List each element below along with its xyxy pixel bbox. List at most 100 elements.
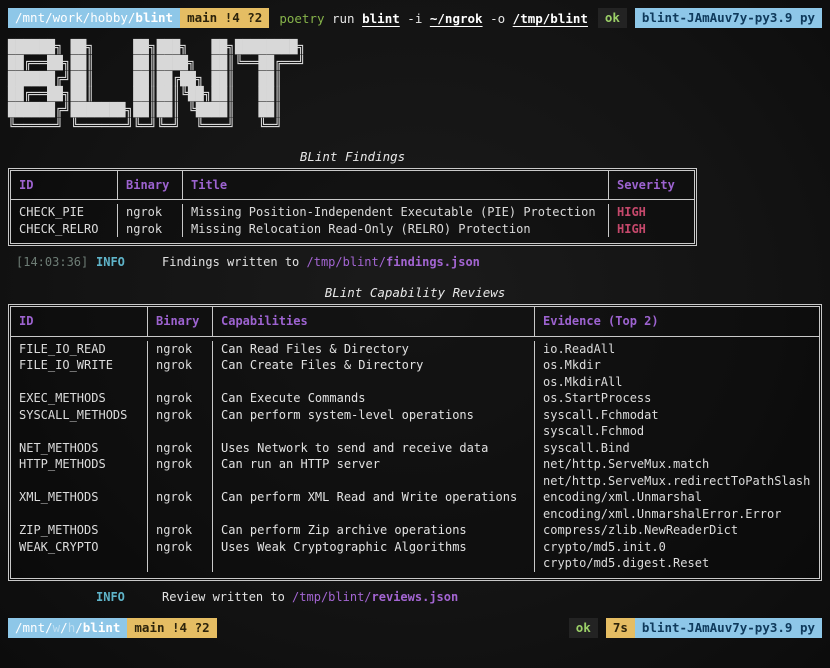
top-prompt-right: ok blint-JAmAuv7y-py3.9 py — [597, 8, 822, 28]
path-segment: w — [52, 619, 61, 635]
log-message: Review written to — [162, 589, 293, 604]
cell-id: HTTP_METHODS — [11, 456, 148, 490]
duration-chip: 7s — [605, 617, 635, 638]
command-text: poetry run blint -i ~/ngrok -o /tmp/blin… — [279, 11, 588, 26]
findings-table: ID Binary Title Severity CHECK_PIE ngrok Miss… — [8, 167, 697, 247]
path-segment: blint — [82, 619, 121, 635]
table-row: SYSCALL_METHODS ngrok Can perform system-l… — [11, 406, 819, 440]
cell-capabilities: Can perform Zip archive operations — [213, 522, 535, 539]
git-status-chip: main !4 ?2 — [180, 8, 270, 28]
cell-capabilities: Can Create Files & Directory — [213, 357, 535, 391]
cell-evidence: io.ReadAll — [543, 341, 616, 356]
blint-ascii-logo: ██████╗ ██╗ ██╗███╗ ██╗████████╗ ██╔══██… — [8, 40, 306, 134]
cwd-path: /mnt/work/hobby/ — [15, 10, 136, 25]
column-header: Binary — [148, 307, 213, 336]
cell-title: Missing Position-Independent Executable … — [183, 204, 609, 221]
log-output-file: findings.json — [385, 255, 480, 270]
table-row: WEAK_CRYPTO ngrok Uses Weak Cryptographic … — [11, 538, 819, 572]
cell-evidence: net/http.ServeMux.match net/http.ServeMu… — [543, 457, 811, 488]
column-header: Binary — [118, 170, 183, 200]
column-header: ID — [11, 170, 118, 200]
reviews-table-header: ID Binary Capabilities Evidence (Top 2) — [11, 307, 819, 337]
table-row: ZIP_METHODS ngrok Can perform Zip archive … — [11, 522, 819, 539]
reviews-title: BLint Capability Reviews — [324, 285, 506, 301]
reviews-table-body: FILE_IO_READ ngrok Can Read Files & Direct… — [11, 337, 819, 578]
cell-evidence: compress/zlib.NewReaderDict — [543, 523, 739, 538]
cell-capabilities: Can Execute Commands — [213, 390, 535, 407]
bottom-prompt-bar: /mnt/w/h/blint main !4 ?2 ok 7s blint-JAmAu… — [0, 617, 830, 638]
table-row: XML_METHODS ngrok Can perform XML Read and… — [11, 489, 819, 523]
cwd-path-basename: blint — [135, 10, 174, 25]
cell-capabilities: Can Read Files & Directory — [213, 340, 535, 358]
log-level: INFO — [96, 589, 125, 604]
cwd-chip-abbreviated: /mnt/w/h/blint — [8, 617, 128, 638]
column-header: Capabilities — [213, 307, 535, 336]
log-message: Findings written to — [162, 255, 307, 270]
cell-severity: HIGH — [609, 204, 694, 221]
cell-capabilities: Can run an HTTP server — [213, 456, 535, 490]
cell-evidence: os.StartProcess — [543, 391, 652, 406]
severity-badge: HIGH — [617, 205, 646, 220]
table-row: EXEC_METHODS ngrok Can Execute Commands os.… — [11, 390, 819, 407]
log-level: INFO — [96, 255, 125, 270]
table-row: FILE_IO_READ ngrok Can Read Files & Direct… — [11, 340, 819, 358]
findings-table-header: ID Binary Title Severity — [11, 170, 694, 201]
findings-log-line: [14:03:36] INFO Findings written to /tmp/b… — [8, 254, 822, 271]
table-row: FILE_IO_WRITE ngrok Can Create Files & Dir… — [11, 357, 819, 391]
command-token: blint — [362, 10, 400, 26]
bottom-prompt-right: ok 7s blint-JAmAuv7y-py3.9 py — [568, 617, 822, 638]
severity-badge: HIGH — [617, 221, 646, 236]
log-output-path: /tmp/blint/ — [292, 589, 372, 604]
cell-evidence: os.Mkdir os.MkdirAll — [543, 358, 623, 389]
cell-binary: ngrok — [148, 406, 213, 440]
path-segment: /mnt/ — [15, 619, 53, 635]
cell-id: WEAK_CRYPTO — [11, 538, 148, 572]
bottom-prompt-left: /mnt/w/h/blint main !4 ?2 — [8, 617, 217, 638]
cell-binary: ngrok — [148, 340, 213, 358]
findings-title: BLint Findings — [299, 148, 406, 164]
reviews-log-line: INFO Review written to /tmp/blint/reviews… — [8, 589, 822, 606]
command-token: ~/ngrok — [429, 10, 483, 26]
cell-binary: ngrok — [148, 439, 213, 457]
cwd-chip: /mnt/work/hobby/blint — [8, 8, 181, 28]
cell-id: ZIP_METHODS — [11, 522, 148, 539]
cell-id: CHECK_RELRO — [11, 220, 118, 238]
path-segment: h — [67, 619, 76, 635]
cell-severity: HIGH — [609, 221, 694, 238]
git-status-chip: main !4 ?2 — [127, 617, 217, 638]
log-output-file: reviews.json — [371, 589, 459, 604]
cell-id: CHECK_PIE — [11, 204, 118, 221]
reviews-table: ID Binary Capabilities Evidence (Top 2) FIL… — [8, 304, 822, 581]
cell-binary: ngrok — [118, 220, 183, 238]
column-header: Title — [183, 170, 609, 200]
cell-binary: ngrok — [148, 456, 213, 490]
command-token: -i — [399, 10, 430, 26]
cell-binary: ngrok — [148, 357, 213, 391]
table-row: HTTP_METHODS ngrok Can run an HTTP server n… — [11, 456, 819, 490]
venv-chip: blint-JAmAuv7y-py3.9 py — [634, 8, 822, 28]
cell-binary: ngrok — [148, 390, 213, 407]
table-row: CHECK_PIE ngrok Missing Position-Independe… — [11, 204, 694, 221]
findings-table-body: CHECK_PIE ngrok Missing Position-Independe… — [11, 200, 694, 243]
cell-capabilities: Can perform XML Read and Write operation… — [213, 489, 535, 523]
cell-title: Missing Relocation Read-Only (RELRO) Pro… — [183, 220, 609, 238]
top-prompt-left: /mnt/work/hobby/blint main !4 ?2 poetry r… — [8, 8, 588, 28]
cell-id: NET_METHODS — [11, 439, 148, 457]
column-header: Severity — [617, 177, 675, 192]
command-token: run — [324, 10, 363, 26]
cell-binary: ngrok — [118, 204, 183, 221]
cell-binary: ngrok — [148, 489, 213, 523]
cell-evidence: syscall.Fchmodat syscall.Fchmod — [543, 407, 659, 439]
log-timestamp: [14:03:36] — [16, 255, 89, 270]
path-segment: / — [75, 619, 83, 635]
cell-id: FILE_IO_WRITE — [11, 357, 148, 391]
cell-evidence: crypto/md5.init.0 crypto/md5.digest.Rese… — [543, 539, 710, 571]
cell-id: SYSCALL_METHODS — [11, 406, 148, 440]
command-token: /tmp/blint — [512, 10, 588, 26]
venv-chip: blint-JAmAuv7y-py3.9 py — [634, 617, 822, 638]
cell-id: FILE_IO_READ — [11, 340, 148, 358]
table-row: NET_METHODS ngrok Uses Network to send and… — [11, 439, 819, 457]
cell-id: EXEC_METHODS — [11, 390, 148, 407]
log-output-path: /tmp/blint/ — [306, 255, 386, 270]
terminal-window[interactable]: { "colors":{ "background":"#131313","for… — [0, 0, 830, 668]
